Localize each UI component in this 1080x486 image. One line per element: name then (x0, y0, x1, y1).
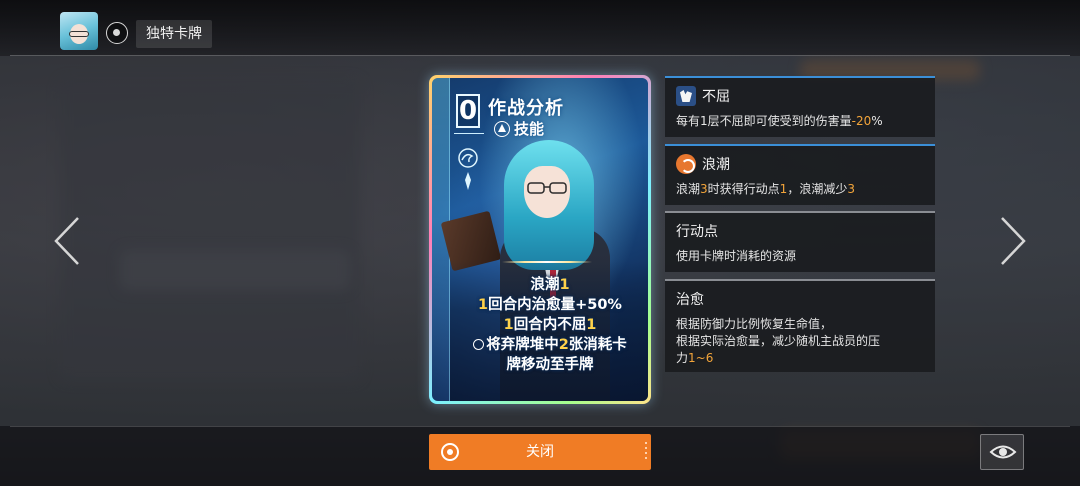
button-edge-dots (645, 442, 647, 462)
wave-icon (473, 339, 485, 350)
character-glasses (527, 182, 567, 194)
panel-title-langchao-label: 浪潮 (702, 157, 730, 173)
wave-emblem-icon (458, 148, 478, 190)
card-description-text: 浪潮 (530, 277, 560, 293)
card-description-text: 回合内不屈 (513, 317, 587, 333)
panel-desc-langchao-text-2: 时获得行动点 (707, 182, 780, 196)
card-name: 作战分析 (488, 98, 564, 119)
panel-desc-langchao-num-1: 3 (700, 182, 708, 196)
card-description-line: 1回合内治愈量+50% (454, 295, 646, 315)
card-description-text: 牌移动至手牌 (506, 357, 594, 373)
card-description-line: 1回合内不屈1 (454, 315, 646, 335)
panel-desc-buqu-text: 每有1层不屈即可使受到的伤害量 (676, 114, 852, 128)
top-divider (10, 55, 1070, 56)
panel-desc-zhiyu: 根据防御力比例恢复生命值， 根据实际治愈量，减少随机主战员的压 力1~6 (676, 316, 880, 367)
card-description-line: 牌移动至手牌 (454, 355, 646, 375)
keyword-panel-xingdongdian: 行动点 使用卡牌时消耗的资源 (665, 211, 935, 272)
keyword-panel-langchao: 浪潮 浪潮3时获得行动点1，浪潮减少3 (665, 144, 935, 205)
panel-desc-zhiyu-line-1: 根据防御力比例恢复生命值， (676, 317, 833, 331)
card-type-label: 技能 (514, 120, 545, 138)
keyword-panel-zhiyu: 治愈 根据防御力比例恢复生命值， 根据实际治愈量，减少随机主战员的压 力1~6 (665, 279, 935, 372)
panel-title-langchao: 浪潮 (676, 154, 730, 174)
card-cost-divider (454, 133, 484, 134)
muscle-icon (676, 86, 696, 106)
skill-type-icon (494, 120, 510, 137)
sparkle-divider (502, 261, 592, 263)
close-button[interactable]: 关闭 (429, 434, 651, 470)
keyword-panel-buqu: 不屈 每有1层不屈即可使受到的伤害量-20% (665, 76, 935, 137)
card-description-text: 将弃牌堆中 (486, 337, 559, 353)
next-card-arrow-icon[interactable] (998, 214, 1028, 268)
panel-desc-xingdongdian: 使用卡牌时消耗的资源 (676, 249, 797, 263)
panel-title-buqu-label: 不屈 (702, 89, 730, 105)
card-description-line: 将弃牌堆中2张消耗卡 (454, 335, 646, 355)
card-description-number: 1 (503, 317, 514, 333)
panel-desc-buqu-unit: % (871, 114, 883, 128)
card-type: 技能 (494, 118, 544, 139)
panel-desc-langchao-text-1: 浪潮 (676, 182, 701, 196)
panel-title-zhiyu: 治愈 (676, 292, 704, 308)
target-icon[interactable] (106, 22, 128, 44)
card-description-text: 回合内治愈量+50% (488, 297, 622, 313)
card-description-number: 1 (559, 277, 570, 293)
card-description-number: 1 (478, 297, 489, 313)
card-description-line: 浪潮1 (454, 275, 646, 295)
skill-card: 0 作战分析 技能 浪潮1 1回合内治愈量+50% 1回合内不屈1 将弃牌堆中2张消耗… (432, 78, 648, 401)
panel-desc-buqu-number: -20 (851, 114, 872, 128)
previous-card-arrow-icon[interactable] (52, 214, 82, 268)
panel-desc-buqu: 每有1层不屈即可使受到的伤害量-20% (676, 113, 883, 130)
character-avatar-icon[interactable] (60, 12, 98, 50)
wave-icon (676, 154, 696, 174)
panel-desc-langchao-num-3: 3 (847, 182, 855, 196)
panel-title-buqu: 不屈 (676, 86, 730, 106)
card-cost: 0 (456, 94, 480, 128)
card-description-number: 1 (586, 317, 597, 333)
panel-desc-zhiyu-line-2: 根据实际治愈量，减少随机主战员的压 (676, 334, 881, 348)
panel-desc-langchao-text-3: ，浪潮减少 (787, 182, 848, 196)
card-description-number: 2 (558, 337, 569, 353)
card-description: 浪潮1 1回合内治愈量+50% 1回合内不屈1 将弃牌堆中2张消耗卡 牌移动至手牌 (454, 275, 646, 375)
eye-icon[interactable] (980, 434, 1024, 470)
close-button-label: 关闭 (526, 444, 554, 460)
card-frame[interactable]: 0 作战分析 技能 浪潮1 1回合内治愈量+50% 1回合内不屈1 将弃牌堆中2张消耗… (429, 75, 651, 404)
page-title: 独特卡牌 (136, 20, 212, 48)
bottom-divider (10, 426, 1070, 427)
panel-desc-zhiyu-line-3: 力1~6 (676, 350, 880, 367)
panel-title-xingdongdian: 行动点 (676, 224, 718, 240)
panel-desc-zhiyu-range: 1~6 (688, 351, 714, 365)
panel-desc-langchao: 浪潮3时获得行动点1，浪潮减少3 (676, 181, 855, 198)
panel-desc-zhiyu-text: 力 (676, 351, 689, 365)
card-description-text: 张消耗卡 (568, 337, 627, 353)
